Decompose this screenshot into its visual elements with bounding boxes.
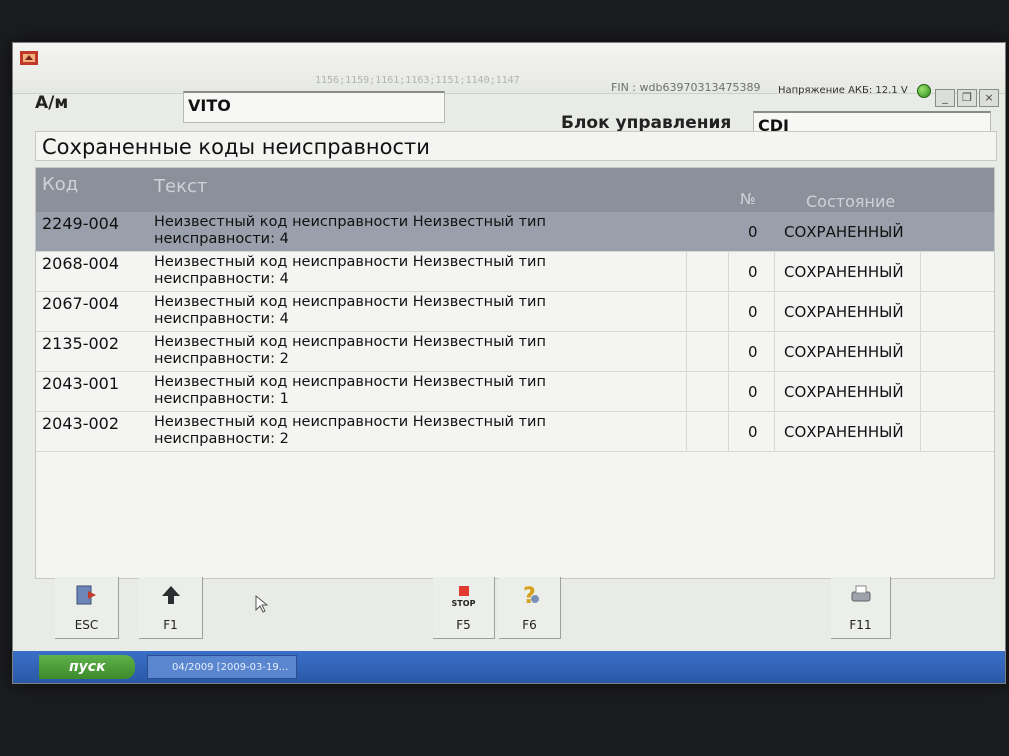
table-row[interactable]: 2249-004 Неизвестный код неисправности Н… bbox=[36, 212, 994, 252]
fault-code: 2043-001 bbox=[42, 374, 120, 393]
status-led-icon bbox=[917, 84, 931, 98]
ecu-list: 1156;1159;1161;1163;1151;1140;1147 bbox=[315, 75, 520, 86]
header-code: Код bbox=[42, 174, 79, 195]
f1-button[interactable]: F1 bbox=[139, 577, 203, 639]
fault-count: 0 bbox=[748, 343, 758, 361]
arrow-up-icon bbox=[161, 586, 180, 604]
fault-state: СОХРАНЕННЫЙ bbox=[784, 423, 904, 441]
help-question-icon: ? bbox=[523, 584, 539, 607]
table-header: Код Текст № Состояние bbox=[36, 168, 994, 212]
fault-codes-table: Код Текст № Состояние 2249-004 Неизвестн… bbox=[35, 167, 995, 579]
fault-text: Неизвестный код неисправности Неизвестны… bbox=[154, 414, 546, 447]
fault-state: СОХРАНЕННЫЙ bbox=[784, 223, 904, 241]
diagnostic-window: 1156;1159;1161;1163;1151;1140;1147 FIN :… bbox=[12, 42, 1006, 684]
vehicle-label: А/м bbox=[35, 93, 69, 113]
stop-text: STOP bbox=[451, 599, 476, 608]
f11-label: F11 bbox=[849, 618, 872, 632]
table-row[interactable]: 2135-002 Неизвестный код неисправности Н… bbox=[36, 332, 994, 372]
fault-text: Неизвестный код неисправности Неизвестны… bbox=[154, 374, 546, 407]
fault-count: 0 bbox=[748, 383, 758, 401]
fault-state: СОХРАНЕННЫЙ bbox=[784, 263, 904, 281]
fault-count: 0 bbox=[748, 423, 758, 441]
restore-button[interactable]: ❐ bbox=[957, 89, 977, 107]
esc-label: ESC bbox=[74, 618, 99, 632]
close-button[interactable]: × bbox=[979, 89, 999, 107]
ecu-label: Блок управления bbox=[561, 113, 732, 133]
start-button[interactable]: пуск bbox=[39, 655, 135, 679]
fault-code: 2068-004 bbox=[42, 254, 120, 273]
fault-state: СОХРАНЕННЫЙ bbox=[784, 383, 904, 401]
fault-count: 0 bbox=[748, 223, 758, 241]
page-title: Сохраненные коды неисправности bbox=[35, 131, 997, 161]
f6-help-button[interactable]: ? F6 bbox=[499, 577, 561, 639]
fault-count: 0 bbox=[748, 263, 758, 281]
fault-text: Неизвестный код неисправности Неизвестны… bbox=[154, 214, 546, 247]
taskbar-item[interactable]: 04/2009 [2009-03-19... bbox=[147, 655, 297, 679]
app-icon bbox=[20, 51, 38, 65]
fault-text: Неизвестный код неисправности Неизвестны… bbox=[154, 294, 546, 327]
fault-code: 2249-004 bbox=[42, 214, 120, 233]
fault-code: 2043-002 bbox=[42, 414, 120, 433]
f11-print-button[interactable]: F11 bbox=[831, 577, 891, 639]
fault-text: Неизвестный код неисправности Неизвестны… bbox=[154, 254, 546, 287]
taskbar: пуск 04/2009 [2009-03-19... bbox=[13, 651, 1005, 683]
minimize-button[interactable]: _ bbox=[935, 89, 955, 107]
fault-state: СОХРАНЕННЫЙ bbox=[784, 303, 904, 321]
table-row[interactable]: 2043-002 Неизвестный код неисправности Н… bbox=[36, 412, 994, 452]
esc-button[interactable]: ESC bbox=[55, 577, 119, 639]
table-row[interactable]: 2067-004 Неизвестный код неисправности Н… bbox=[36, 292, 994, 332]
table-row[interactable]: 2068-004 Неизвестный код неисправности Н… bbox=[36, 252, 994, 292]
fault-code: 2067-004 bbox=[42, 294, 120, 313]
battery-voltage: Напряжение АКБ: 12.1 V bbox=[778, 85, 908, 96]
fault-count: 0 bbox=[748, 303, 758, 321]
fault-state: СОХРАНЕННЫЙ bbox=[784, 343, 904, 361]
exit-door-icon bbox=[76, 585, 96, 605]
fault-code: 2135-002 bbox=[42, 334, 120, 353]
f6-label: F6 bbox=[522, 618, 537, 632]
mouse-cursor-icon bbox=[255, 595, 269, 613]
title-bar: 1156;1159;1161;1163;1151;1140;1147 FIN :… bbox=[13, 43, 1005, 107]
header-number: № bbox=[740, 190, 756, 208]
f1-label: F1 bbox=[163, 618, 178, 632]
vin-label: FIN : wdb63970313475389 bbox=[611, 81, 761, 94]
header-text: Текст bbox=[154, 176, 208, 197]
f5-label: F5 bbox=[456, 618, 471, 632]
header-state: Состояние bbox=[806, 192, 896, 211]
table-row[interactable]: 2043-001 Неизвестный код неисправности Н… bbox=[36, 372, 994, 412]
f5-stop-button[interactable]: STOP F5 bbox=[433, 577, 495, 639]
printer-icon bbox=[851, 585, 870, 602]
vehicle-field: VITO bbox=[183, 91, 445, 123]
fault-text: Неизвестный код неисправности Неизвестны… bbox=[154, 334, 546, 367]
